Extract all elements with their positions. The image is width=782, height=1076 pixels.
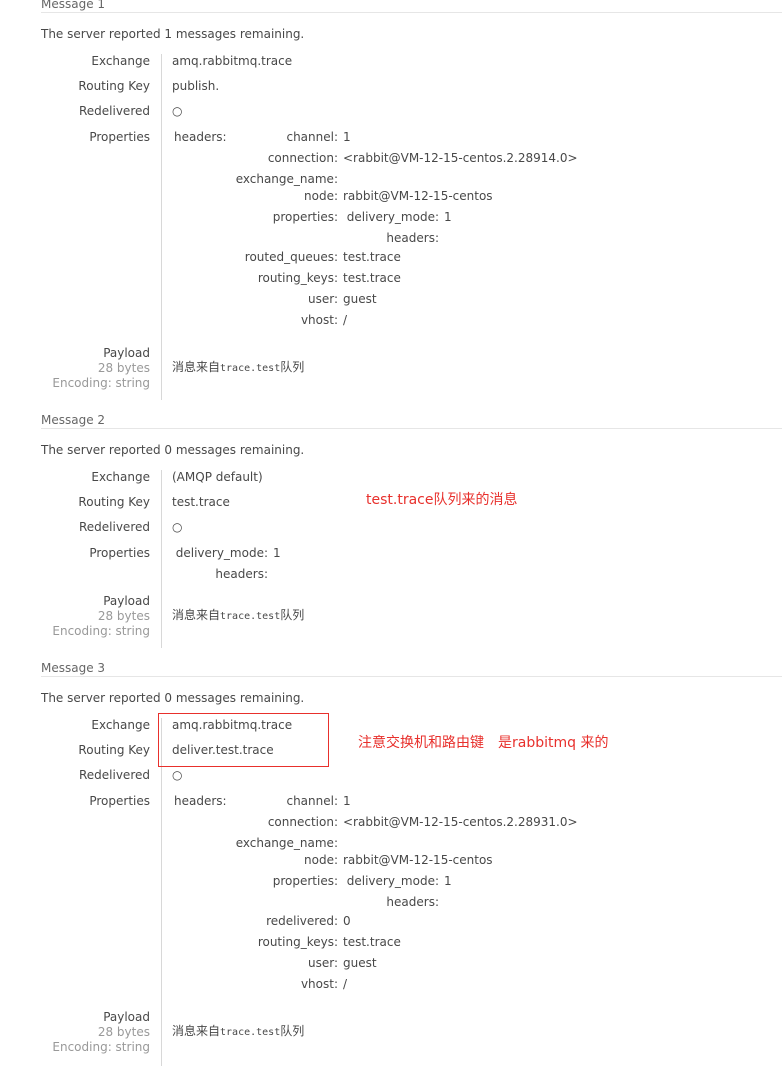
prop-key: exchange_name: (235, 836, 338, 850)
message-1-payload-encoding: Encoding: string (52, 376, 150, 390)
prop-value: rabbit@VM-12-15-centos (343, 189, 493, 203)
message-2-vline (161, 470, 162, 648)
prop-key: channel: (286, 794, 338, 808)
prop-value: 1 (273, 546, 281, 560)
prop-value: test.trace (343, 935, 401, 949)
message-1-routing-key-value: publish. (172, 79, 220, 93)
message-1-server-line: The server reported 1 messages remaining… (41, 27, 305, 41)
prop-value: test.trace (343, 271, 401, 285)
message-2-payload-encoding: Encoding: string (52, 624, 150, 638)
message-3-redelivered-value: ○ (172, 768, 183, 782)
payload-text: 队列 (280, 360, 305, 374)
prop-value: 0 (343, 914, 351, 928)
prop-value: guest (343, 292, 377, 306)
prop-value: 1 (444, 210, 452, 224)
prop-value: rabbit@VM-12-15-centos (343, 853, 493, 867)
message-2-redelivered-label: Redelivered (78, 520, 150, 534)
prop-key: headers: (386, 231, 439, 245)
payload-text: 消息来自 (172, 608, 221, 622)
prop-key: connection: (267, 815, 338, 829)
message-2-routing-key-label: Routing Key (78, 495, 150, 509)
prop-key: redelivered: (266, 914, 338, 928)
prop-key: headers: (174, 130, 227, 144)
message-2-payload-value: 消息来自trace.test队列 (172, 606, 304, 623)
payload-text: 队列 (280, 1024, 305, 1038)
message-1-exchange-label: Exchange (91, 54, 150, 68)
prop-value: / (343, 977, 348, 991)
message-3-vline (161, 718, 162, 1066)
prop-value: 1 (343, 130, 351, 144)
message-3-redelivered-label: Redelivered (78, 768, 150, 782)
message-1-payload-bytes: 28 bytes (97, 361, 150, 375)
message-2-properties-label: Properties (89, 546, 150, 560)
message-2-routing-key-value: test.trace (172, 495, 230, 509)
message-1-vline (161, 54, 162, 400)
message-2-header: Message 2 (41, 413, 782, 429)
message-1-payload-value: 消息来自trace.test队列 (172, 358, 304, 375)
prop-key: headers: (215, 567, 268, 581)
message-2-server-line: The server reported 0 messages remaining… (41, 443, 305, 457)
message-3-payload-label: Payload (103, 1010, 150, 1024)
prop-key: delivery_mode: (346, 874, 439, 888)
payload-mono: trace.test (220, 611, 281, 622)
prop-key: routing_keys: (257, 271, 338, 285)
prop-key: routed_queues: (244, 250, 338, 264)
message-1-routing-key-label: Routing Key (78, 79, 150, 93)
prop-key: vhost: (300, 977, 338, 991)
message-1-properties-label: Properties (89, 130, 150, 144)
message-3-annotation: 注意交换机和路由键 是rabbitmq 来的 (358, 735, 609, 751)
message-3-highlight-box (158, 713, 329, 767)
message-1-redelivered-value: ○ (172, 104, 183, 118)
prop-key: routing_keys: (257, 935, 338, 949)
payload-mono: trace.test (220, 1027, 281, 1038)
prop-key: channel: (286, 130, 338, 144)
message-1-redelivered-label: Redelivered (78, 104, 150, 118)
message-2-redelivered-value: ○ (172, 520, 183, 534)
message-3-routing-key-label: Routing Key (78, 743, 150, 757)
message-1-payload-label: Payload (103, 346, 150, 360)
message-3-payload-value: 消息来自trace.test队列 (172, 1022, 304, 1039)
prop-key: delivery_mode: (346, 210, 439, 224)
message-3-properties-label: Properties (89, 794, 150, 808)
prop-value: test.trace (343, 250, 401, 264)
prop-key: delivery_mode: (175, 546, 268, 560)
prop-value: / (343, 313, 348, 327)
prop-value: <rabbit@VM-12-15-centos.2.28931.0> (343, 815, 578, 829)
message-2-exchange-label: Exchange (91, 470, 150, 484)
prop-key: user: (307, 956, 338, 970)
payload-mono: trace.test (220, 363, 281, 374)
prop-key: node: (304, 189, 338, 203)
payload-text: 队列 (280, 608, 305, 622)
prop-key: headers: (174, 794, 227, 808)
message-3-server-line: The server reported 0 messages remaining… (41, 691, 305, 705)
prop-key: properties: (272, 874, 338, 888)
prop-key: properties: (272, 210, 338, 224)
payload-text: 消息来自 (172, 1024, 221, 1038)
message-3-payload-bytes: 28 bytes (97, 1025, 150, 1039)
message-3-header: Message 3 (41, 661, 782, 677)
message-2-annotation: test.trace队列来的消息 (366, 492, 518, 508)
prop-value: 1 (444, 874, 452, 888)
prop-value: 1 (343, 794, 351, 808)
prop-key: vhost: (300, 313, 338, 327)
message-2-exchange-value: (AMQP default) (172, 470, 263, 484)
message-2-payload-label: Payload (103, 594, 150, 608)
payload-text: 消息来自 (172, 360, 221, 374)
message-2-payload-bytes: 28 bytes (97, 609, 150, 623)
prop-key: exchange_name: (235, 172, 338, 186)
prop-value: guest (343, 956, 377, 970)
message-1-exchange-value: amq.rabbitmq.trace (172, 54, 293, 68)
prop-key: headers: (386, 895, 439, 909)
message-3-exchange-label: Exchange (91, 718, 150, 732)
prop-key: connection: (267, 151, 338, 165)
message-1-header: Message 1 (41, 0, 782, 13)
message-3-payload-encoding: Encoding: string (52, 1040, 150, 1054)
prop-value: <rabbit@VM-12-15-centos.2.28914.0> (343, 151, 578, 165)
prop-key: user: (307, 292, 338, 306)
prop-key: node: (304, 853, 338, 867)
